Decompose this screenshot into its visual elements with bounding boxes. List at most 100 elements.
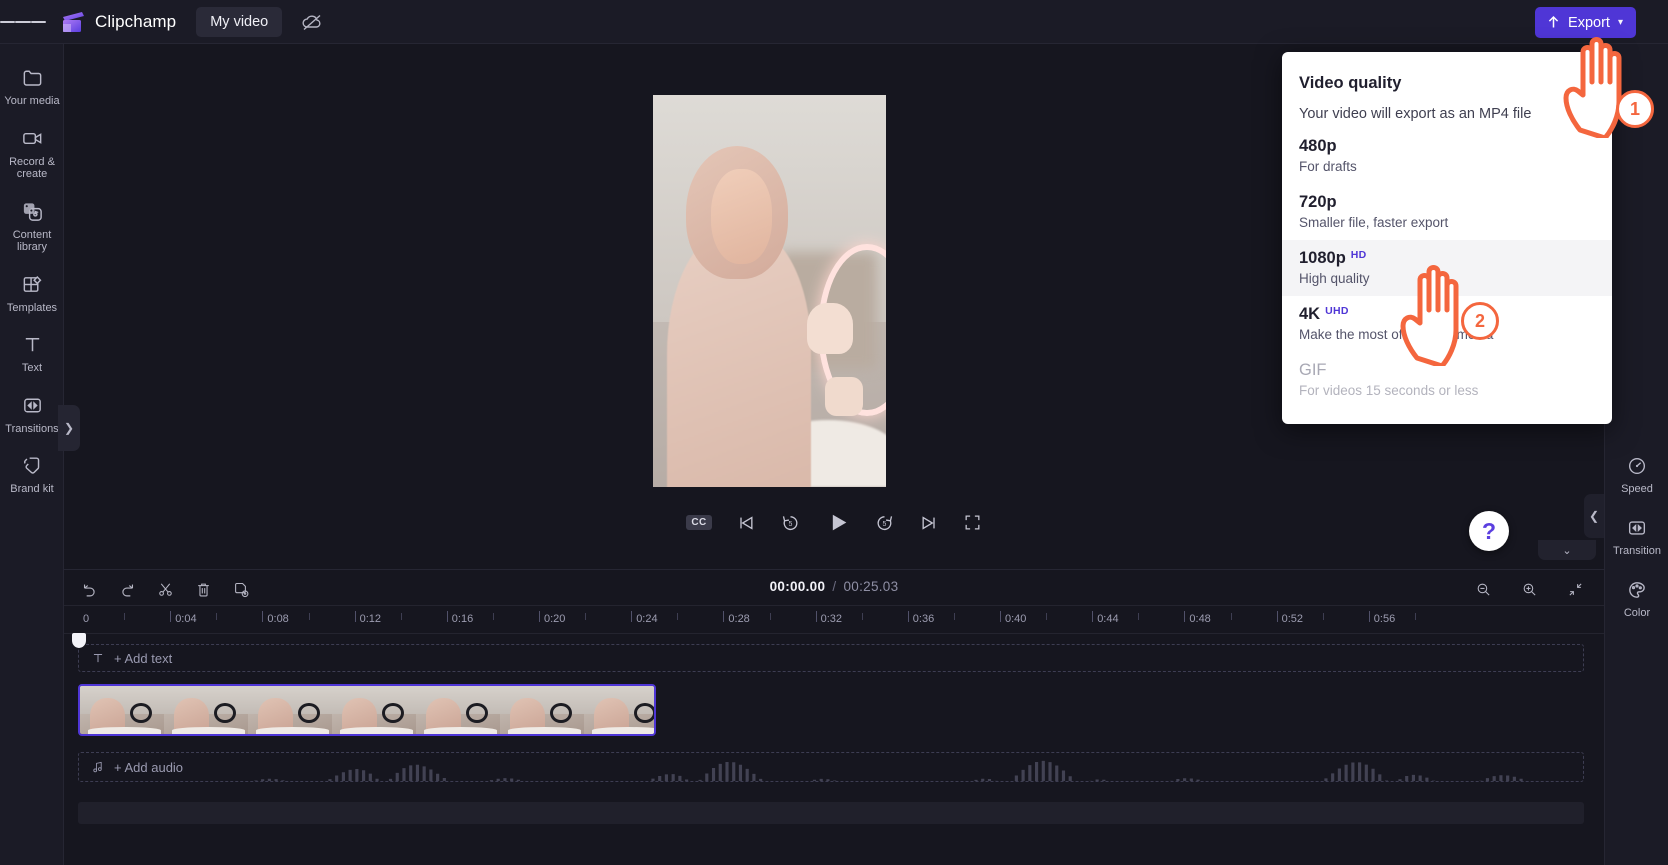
export-option-name: 480p <box>1299 137 1337 155</box>
ruler-tick <box>1092 611 1094 622</box>
clip-thumbnail <box>584 686 654 734</box>
ruler-tick-minor <box>953 613 955 620</box>
sidebar-item-your-media[interactable]: Your media <box>0 56 64 117</box>
stage-collapse-chevron-left-icon[interactable]: ❮ <box>1584 494 1604 538</box>
export-option-480p[interactable]: 480p For drafts <box>1282 128 1612 184</box>
sidebar-item-label: Record & create <box>9 155 55 181</box>
dropdown-subtitle: Your video will export as an MP4 file <box>1299 106 1532 122</box>
total-time: 00:25.03 <box>843 579 899 594</box>
ruler-tick-minor <box>1046 613 1048 620</box>
add-audio-track[interactable]: + Add audio <box>78 752 1584 782</box>
export-option-description: Make the most of your 4K media <box>1299 327 1494 342</box>
timeline-ruler[interactable]: 0 0:04 0:08 0:12 0:16 0:20 0:24 0:28 0:32 0:36 0:4… <box>64 606 1604 634</box>
sidebar-item-content-library[interactable]: Content library <box>0 190 64 263</box>
zoom-in-button[interactable] <box>1514 577 1544 601</box>
timeline-tracks: + Add text + Add audio <box>64 633 1604 824</box>
ruler-tick-label: 0:24 <box>636 613 658 625</box>
hamburger-menu-icon[interactable] <box>0 18 46 25</box>
rewind-5-icon[interactable]: 5 <box>780 512 801 533</box>
sidebar-item-label: Templates <box>6 301 58 314</box>
ruler-tick-label: 0:48 <box>1189 613 1211 625</box>
ruler-tick-minor <box>492 613 494 620</box>
closed-captions-icon[interactable]: CC <box>686 515 712 530</box>
export-option-name: GIF <box>1299 361 1327 379</box>
ruler-tick <box>1368 611 1370 622</box>
ruler-tick-label: 0:20 <box>544 613 566 625</box>
sidebar-item-record-create[interactable]: Record & create <box>0 117 64 190</box>
ruler-tick-minor <box>216 613 218 620</box>
export-option-badge: HD <box>1350 249 1367 261</box>
playhead[interactable] <box>72 633 86 648</box>
prop-item-label: Speed <box>1621 483 1653 495</box>
sidebar-item-templates[interactable]: Templates <box>0 263 64 324</box>
clip-thumbnail <box>332 686 416 734</box>
skip-previous-icon[interactable] <box>736 513 756 533</box>
export-option-name: 720p <box>1299 193 1337 211</box>
ruler-tick-label: 0:40 <box>1005 613 1027 625</box>
sidebar-expand-chevron-right-icon[interactable]: ❯ <box>58 405 80 451</box>
properties-rail: Speed Transition Color <box>1604 44 1668 865</box>
ruler-tick <box>631 611 633 622</box>
add-text-label: + Add text <box>114 650 173 666</box>
brand: Clipchamp <box>60 11 176 33</box>
clip-thumbnail <box>248 686 332 734</box>
export-button-label: Export <box>1568 14 1610 31</box>
ruler-tick-minor <box>124 613 126 620</box>
prop-item-transition[interactable]: Transition <box>1605 506 1668 568</box>
ruler-tick-label: 0 <box>83 613 90 625</box>
ruler-tick-minor <box>769 613 771 620</box>
ruler-tick <box>446 611 448 622</box>
project-title[interactable]: My video <box>196 6 283 37</box>
left-sidebar: Your media Record & create Content libra… <box>0 44 64 865</box>
ruler-tick-label: 0:12 <box>359 613 382 625</box>
add-text-track[interactable]: + Add text <box>78 644 1584 672</box>
svg-text:5: 5 <box>788 521 792 528</box>
ruler-tick-label: 0:04 <box>175 613 197 625</box>
ruler-tick-label: 0:16 <box>451 613 474 625</box>
timeline-bottom-strip[interactable] <box>78 802 1584 824</box>
play-icon[interactable] <box>825 510 850 535</box>
ruler-tick-minor <box>1138 613 1140 620</box>
ruler-tick-minor <box>1230 613 1232 620</box>
ruler-tick <box>907 611 909 622</box>
panel-collapse-chevron-down-icon[interactable]: ⌄ <box>1538 540 1596 560</box>
sidebar-item-brand-kit[interactable]: Brand kit <box>0 444 64 505</box>
prop-item-color[interactable]: Color <box>1605 568 1668 630</box>
ruler-tick-label: 0:36 <box>912 613 935 625</box>
ruler-tick-minor <box>1322 613 1324 620</box>
ruler-tick-minor <box>861 613 863 620</box>
help-button[interactable]: ? <box>1469 511 1509 551</box>
sidebar-item-label: Brand kit <box>10 483 54 495</box>
dropdown-title: Video quality <box>1299 74 1402 92</box>
export-option-name: 1080p HD <box>1299 249 1367 267</box>
fullscreen-icon[interactable] <box>963 513 982 532</box>
export-button[interactable]: Export ▾ <box>1535 7 1636 38</box>
cloud-off-icon[interactable] <box>295 7 329 37</box>
prop-item-speed[interactable]: Speed <box>1605 444 1668 506</box>
ruler-tick <box>1000 611 1001 622</box>
zoom-out-button[interactable] <box>1468 577 1498 601</box>
ruler-tick-minor <box>677 613 679 620</box>
skip-next-icon[interactable] <box>919 513 939 533</box>
ruler-tick <box>539 611 540 622</box>
sidebar-item-label: Content library <box>12 228 52 254</box>
sidebar-item-transitions[interactable]: Transitions <box>0 384 64 445</box>
prop-item-label: Transition <box>1613 545 1661 557</box>
export-option-4k[interactable]: 4K UHD Make the most of your 4K media <box>1282 296 1612 352</box>
ruler-tick-label: 0:56 <box>1373 613 1396 625</box>
export-option-1080p[interactable]: 1080p HD High quality <box>1282 240 1612 296</box>
player-controls: CC 5 5 <box>64 510 1604 535</box>
forward-5-icon[interactable]: 5 <box>874 512 895 533</box>
export-option-720p[interactable]: 720p Smaller file, faster export <box>1282 184 1612 240</box>
ruler-tick-minor <box>400 613 402 620</box>
video-clip[interactable] <box>78 684 656 736</box>
fit-to-screen-button[interactable] <box>1560 577 1590 601</box>
ruler-tick <box>1276 611 1278 622</box>
video-preview[interactable] <box>653 95 886 487</box>
audio-waveform <box>254 760 1523 781</box>
brand-name: Clipchamp <box>95 11 177 31</box>
sidebar-item-text[interactable]: Text <box>0 323 64 384</box>
timeline: 00:00.00 / 00:25.03 0 0:04 0:08 0:12 0:1… <box>64 569 1604 865</box>
text-t-icon <box>93 654 103 663</box>
ruler-tick <box>262 611 264 622</box>
